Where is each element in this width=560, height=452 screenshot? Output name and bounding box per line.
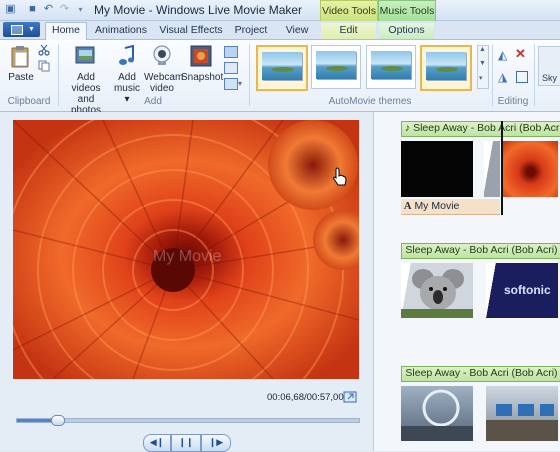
tab-options[interactable]: Options [379,23,434,39]
pause-icon: ❙❙ [178,437,194,447]
music-clip-title: Sleep Away - Bob Acri (Bob Acri) [413,122,560,134]
caption-text: My Movie [414,200,460,212]
music-clip-label[interactable]: ♪ Sleep Away - Bob Acri (Bob Acri) [401,121,560,137]
chevron-down-icon: ▼ [28,26,35,33]
remove-icon[interactable]: ✕ [515,46,526,62]
automovie-theme-1[interactable] [256,45,308,91]
scroll-up-icon[interactable]: ▲ [479,46,486,53]
gallery-expand-icon[interactable]: ▾ [479,74,483,82]
tab-edit[interactable]: Edit [321,23,376,39]
sky-label: Sky [542,73,558,83]
scroll-down-icon[interactable]: ▼ [479,60,486,67]
rotate-right-icon[interactable]: ◮ [498,70,507,84]
redo-icon[interactable]: ↷ [58,3,71,16]
next-frame-button[interactable]: ❙▶ [201,434,231,452]
snapshot-label: Snapshot [181,72,224,83]
music-clip-label[interactable]: Sleep Away - Bob Acri (Bob Acri) [401,366,560,382]
save-icon[interactable]: ■ [26,3,39,16]
quick-access-dropdown-icon[interactable]: ▾ [74,3,87,16]
tab-home[interactable]: Home [45,22,87,41]
tab-animations[interactable]: Animations [90,23,152,39]
webcam-label-line1: Webcam [144,72,184,83]
select-all-icon[interactable] [516,71,528,83]
music-tools-context-header: Music Tools [378,0,436,23]
undo-icon[interactable]: ↶ [42,3,55,16]
snapshot-icon [190,45,212,67]
group-divider [534,44,535,106]
add-videos-and-photos-button[interactable]: Add videos and photos [62,44,110,116]
credits-icon[interactable] [224,78,238,90]
office-image [401,389,473,441]
softonic-thumbnail[interactable]: softonic [486,263,558,318]
tab-view[interactable]: View [278,23,316,39]
tab-visual-effects[interactable]: Visual Effects [157,23,225,39]
add-music-button[interactable]: Add music ▾ [112,44,142,105]
window-title: My Movie - Windows Live Movie Maker [94,3,303,17]
webcam-video-button[interactable]: Webcam video [144,44,184,94]
flower-thumbnail[interactable] [503,141,558,197]
add-videos-label-line1: Add videos [71,72,101,94]
credits-dropdown-icon[interactable]: ▾ [238,79,242,88]
clipboard-group-label: Clipboard [7,96,51,107]
office-thumbnail-1[interactable] [401,386,473,441]
automovie-theme-3[interactable] [366,45,416,89]
koala-thumbnail[interactable] [401,263,473,318]
app-menu-icon [11,25,23,35]
copy-icon[interactable] [38,60,50,72]
paste-button[interactable]: Paste [6,44,36,86]
automovie-theme-2[interactable] [311,45,361,89]
seek-bar[interactable] [16,418,360,423]
previous-frame-icon: ◀❙ [149,437,165,447]
next-frame-icon: ❙▶ [208,437,224,447]
add-group-label: Add [144,96,162,107]
scissors-icon[interactable] [38,44,50,56]
app-icon: ▣ [5,3,16,15]
automovie-themes-group-label: AutoMovie themes [328,96,412,107]
themes-gallery-scroll[interactable]: ▲ ▼ ▾ [477,45,489,89]
caption-bar[interactable]: A My Movie [401,199,500,215]
title-caption-icon[interactable] [224,46,238,58]
timecode: 00:06,68/00:57,00 [267,392,344,403]
music-note-icon [119,45,134,65]
tab-project[interactable]: Project [228,23,274,39]
transition-clip[interactable] [484,141,500,197]
film-photo-icon [75,46,95,64]
webcam-label-line2: video [150,83,174,94]
fullscreen-icon[interactable] [343,391,357,403]
video-tools-context-header: Video Tools [320,0,378,23]
computer-lab-image [486,404,558,441]
office-thumbnail-2[interactable] [486,386,558,441]
rotate-left-icon[interactable]: ◭ [498,48,507,62]
caption-icon[interactable] [224,62,238,74]
play-pause-button[interactable]: ❙❙ [171,434,201,452]
seek-thumb[interactable] [51,415,66,426]
text-caption-icon: A [403,201,412,212]
application-menu-button[interactable]: ▼ [3,22,40,37]
preview-watermark: My Movie [153,248,222,265]
softonic-caption: softonic [504,283,551,297]
playhead[interactable] [501,121,503,215]
mouse-cursor-icon [333,167,347,186]
clipboard-icon [11,46,29,68]
sky-drive-button[interactable]: Sky [538,46,560,86]
paste-label: Paste [8,72,34,83]
koala-image [401,269,473,318]
snapshot-button[interactable]: Snapshot [181,44,224,92]
black-title-clip[interactable] [401,141,473,197]
editing-group-label: Editing [497,96,529,107]
music-note-icon: ♪ [404,122,411,134]
webcam-icon [153,45,171,65]
add-music-label-line1: Add [118,72,136,83]
video-preview[interactable]: My Movie [13,120,359,379]
previous-frame-button[interactable]: ◀❙ [143,434,171,452]
automovie-theme-4[interactable] [420,45,472,91]
music-clip-label[interactable]: Sleep Away - Bob Acri (Bob Acri) [401,243,560,259]
